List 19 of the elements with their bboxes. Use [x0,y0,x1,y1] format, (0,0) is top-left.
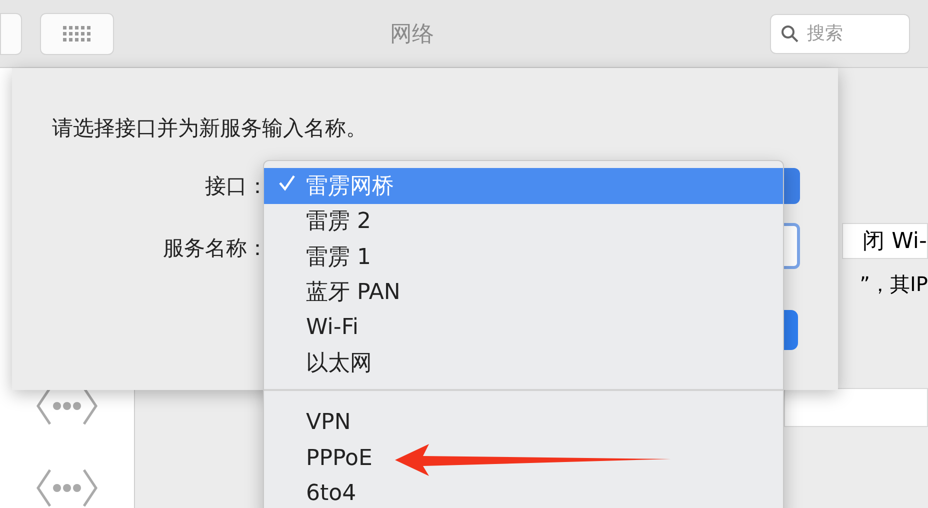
menu-item[interactable]: PPPoE [264,440,783,476]
search-box[interactable]: 搜索 [770,14,910,54]
menu-item[interactable]: VPN [264,405,783,440]
dialog-prompt: 请选择接口并为新服务输入名称。 [52,115,367,142]
text-field[interactable] [784,388,928,427]
grid-icon [62,24,92,42]
menu-item[interactable]: 6to4 [264,476,783,508]
window-title: 网络 [389,20,435,48]
checkmark-icon [278,174,296,192]
network-service-icon [36,468,98,508]
menu-item[interactable]: 蓝牙 PAN [264,274,783,310]
info-text: ”，其IP [858,271,928,298]
text-field[interactable]: 闭 Wi- [842,223,928,259]
menu-item[interactable]: Wi-Fi [264,310,783,346]
search-icon [781,24,799,42]
search-field[interactable]: 搜索 [805,22,879,45]
menu-item[interactable]: 以太网 [264,346,783,381]
back-button[interactable] [0,12,22,54]
grid-button[interactable] [40,12,114,54]
